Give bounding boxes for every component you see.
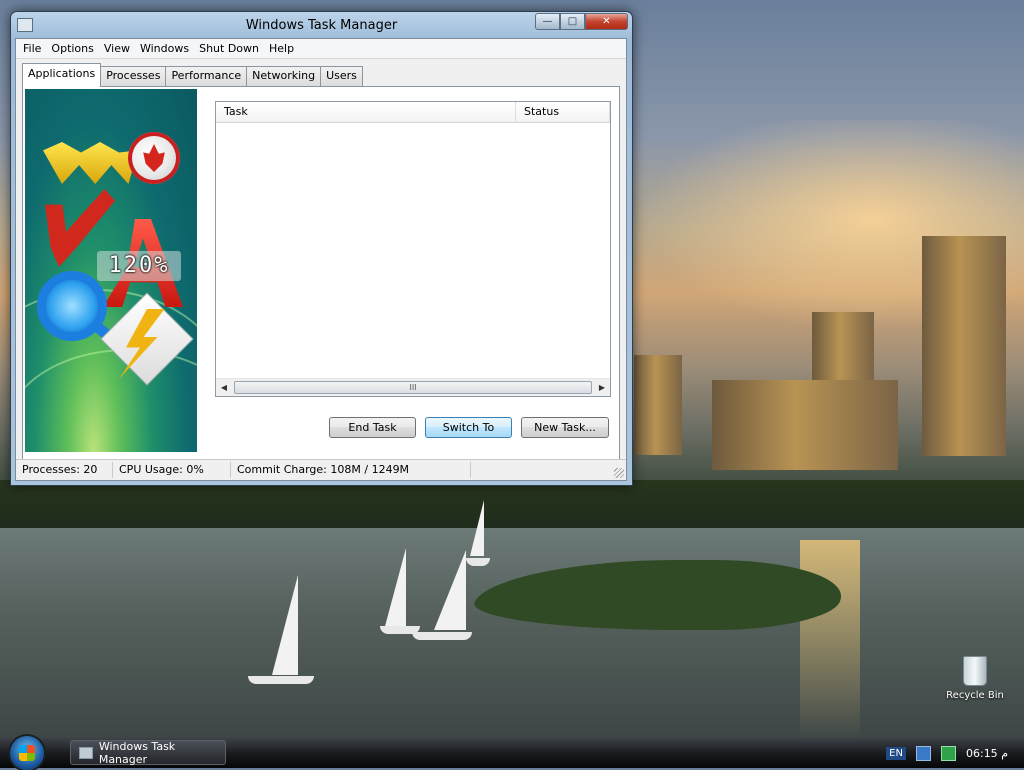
wallpaper-water [0,528,1024,738]
zoom-badge: 120% [97,251,181,281]
start-button[interactable] [10,736,44,770]
sailboat [384,548,406,630]
tab-performance[interactable]: Performance [165,66,248,86]
column-task[interactable]: Task [216,102,516,122]
scrollbar-thumb[interactable]: III [234,381,592,394]
maximize-icon: □ [567,16,578,27]
resize-grip-icon[interactable] [614,468,624,478]
sailboat [470,500,484,556]
quicktime-logo-icon [37,271,107,341]
taskbar: Windows Task Manager EN 06:15 م [0,736,1024,770]
crown-logo-icon [43,142,138,184]
scroll-left-arrow-icon[interactable]: ◀ [216,383,232,392]
sailboat [434,550,466,630]
system-tray: EN 06:15 م [886,738,1024,768]
menu-options[interactable]: Options [46,42,98,55]
wallpaper-tower [922,236,1006,456]
status-processes: Processes: 20 [16,462,113,478]
title-bar[interactable]: Windows Task Manager — □ ✕ [11,12,632,38]
menu-view[interactable]: View [99,42,135,55]
recycle-bin-shortcut[interactable]: Recycle Bin [940,656,1010,701]
clock[interactable]: 06:15 م [966,747,1008,760]
flame-logo-icon [128,132,180,184]
menu-bar: File Options View Windows Shut Down Help [16,39,626,59]
menu-shut-down[interactable]: Shut Down [194,42,264,55]
close-icon: ✕ [602,16,611,27]
tab-applications[interactable]: Applications [22,63,102,87]
wallpaper-trees [0,480,1024,530]
status-commit-charge: Commit Charge: 108M / 1249M [231,462,471,478]
taskbar-button-label: Windows Task Manager [98,739,176,766]
menu-windows[interactable]: Windows [135,42,194,55]
close-button[interactable]: ✕ [585,13,628,30]
tab-strip: Applications Processes Performance Netwo… [22,63,363,87]
task-manager-window: Windows Task Manager — □ ✕ File Options … [10,11,633,486]
window-client-area: File Options View Windows Shut Down Help… [15,38,627,481]
tab-processes[interactable]: Processes [100,66,167,86]
task-list-body[interactable] [216,123,610,378]
language-indicator[interactable]: EN [886,746,906,760]
minimize-button[interactable]: — [535,13,560,30]
tab-networking[interactable]: Networking [246,66,322,86]
horizontal-scrollbar[interactable]: ◀ III ▶ [216,378,610,396]
task-manager-icon [79,746,93,759]
recycle-bin-label: Recycle Bin [946,690,1004,701]
menu-file[interactable]: File [18,42,46,55]
windows-logo-icon [19,745,35,761]
network-icon[interactable] [915,745,931,761]
tab-users[interactable]: Users [320,66,363,86]
security-icon[interactable] [940,745,956,761]
recycle-bin-icon [963,656,987,686]
applications-panel: 120% Task Status ◀ III ▶ End Task Switch… [22,86,620,460]
wallpaper-building-2 [634,355,682,455]
maximize-button[interactable]: □ [560,13,585,30]
sailboat [272,575,298,675]
taskbar-task-manager-button[interactable]: Windows Task Manager [70,739,226,766]
sidebar-artwork: 120% [25,89,197,452]
sailboat-hull [412,632,472,640]
wallpaper-reflection [800,540,860,740]
task-list-header: Task Status [216,102,610,123]
wallpaper-building [712,380,898,470]
new-task-button[interactable]: New Task... [521,417,609,438]
status-cpu-usage: CPU Usage: 0% [113,462,231,478]
task-list[interactable]: Task Status ◀ III ▶ [215,101,611,397]
status-bar: Processes: 20 CPU Usage: 0% Commit Charg… [16,459,626,480]
switch-to-button[interactable]: Switch To [425,417,512,438]
end-task-button[interactable]: End Task [329,417,416,438]
column-status[interactable]: Status [516,102,610,122]
sailboat-hull [380,626,420,634]
scroll-right-arrow-icon[interactable]: ▶ [594,383,610,392]
minimize-icon: — [542,16,553,27]
sailboat-hull [248,676,314,684]
menu-help[interactable]: Help [264,42,299,55]
caption-buttons: — □ ✕ [535,13,628,30]
